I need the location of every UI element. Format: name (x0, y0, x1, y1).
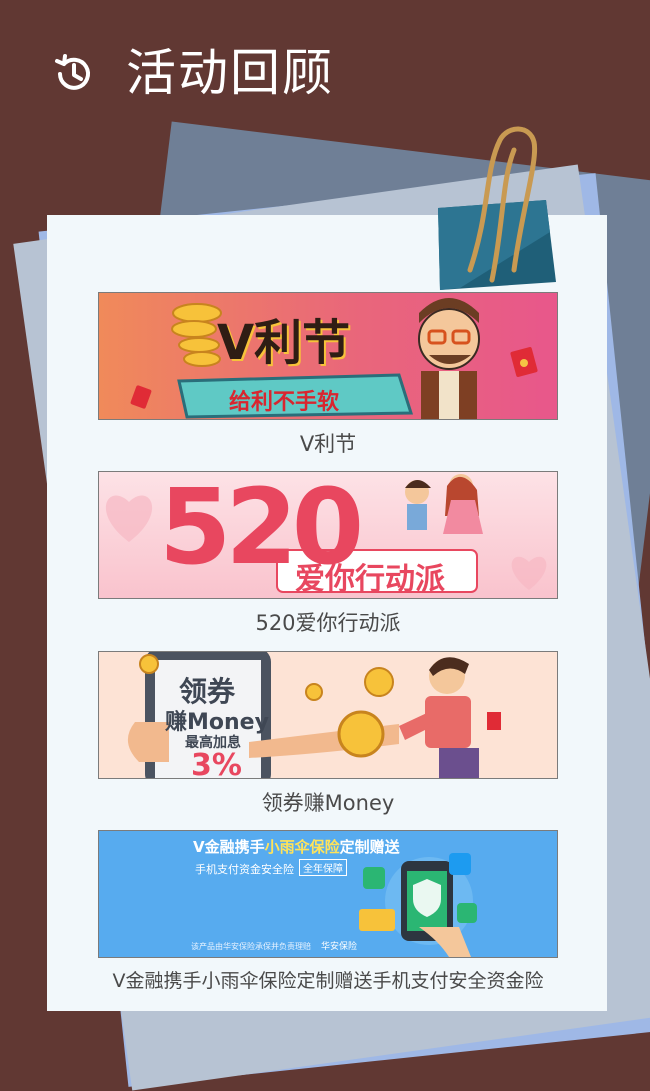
activity-item-vlijie[interactable]: V利节 给利不手软 V利节 (98, 292, 558, 458)
activity-item-520[interactable]: 520 爱你行动派 520爱你行动派 (98, 471, 558, 637)
banner-title: V金融携手小雨伞保险定制赠送 (193, 836, 400, 857)
activity-item-coupon[interactable]: 领券 赚Money 最高加息 3% 领券赚Money (98, 651, 558, 817)
banner-title-part1: V金融携手 (193, 838, 265, 856)
banner-title-part2: 小雨伞保险 (264, 838, 340, 856)
banner-subtitle: 爱你行动派 (295, 562, 445, 597)
banner-subtitle: 手机支付资金安全险 (195, 863, 294, 876)
banner-badge: 全年保障 (299, 859, 347, 876)
binder-clip-icon (438, 126, 556, 290)
banner-brand: 华安保险 (321, 942, 358, 952)
banner-title: V利节 (217, 315, 351, 371)
page-title: 活动回顾 (126, 44, 334, 102)
activity-caption: 520爱你行动派 (255, 611, 401, 635)
banner-line4: 3% (191, 748, 242, 779)
banner-subtitle: 给利不手软 (229, 390, 340, 415)
activity-caption: V利节 (299, 432, 357, 456)
activity-banner-vlijie[interactable]: V利节 给利不手软 (98, 292, 558, 420)
activity-banner-coupon[interactable]: 领券 赚Money 最高加息 3% (98, 651, 558, 779)
history-clock-icon (55, 54, 90, 90)
banner-title-part3: 定制赠送 (339, 838, 400, 856)
activity-caption: V金融携手小雨伞保险定制赠送手机支付安全资金险 (112, 970, 544, 992)
activity-banner-520[interactable]: 520 爱你行动派 (98, 471, 558, 599)
activity-caption: 领券赚Money (261, 791, 395, 815)
activity-item-insurance[interactable]: V金融携手小雨伞保险定制赠送 手机支付资金安全险 全年保障 该产品由华安保险承保… (98, 830, 558, 993)
banner-footnote: 该产品由华安保险承保并负责理赔 (191, 942, 311, 951)
activity-banner-insurance[interactable]: V金融携手小雨伞保险定制赠送 手机支付资金安全险 全年保障 该产品由华安保险承保… (98, 830, 558, 958)
